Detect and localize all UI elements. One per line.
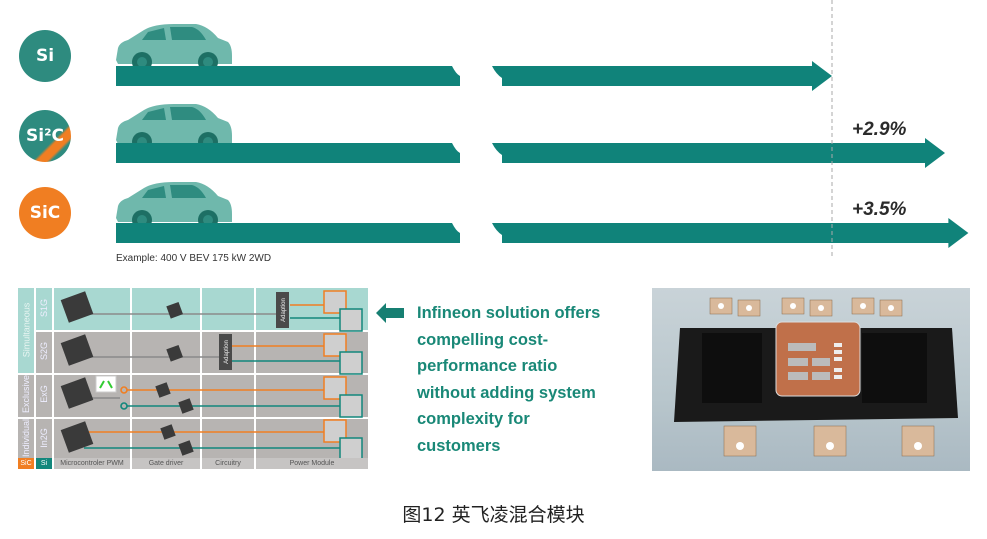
column-label: Power Module xyxy=(256,458,368,469)
legend-si: Si xyxy=(36,458,52,469)
row-label: S2G xyxy=(39,342,49,361)
percent-label-sic: +3.5% xyxy=(852,199,907,220)
group-label: Simultaneous xyxy=(21,302,32,358)
diagram-body: Adaption Adaption xyxy=(54,288,368,466)
column-label: Microcontroler PWM xyxy=(54,458,130,469)
row-label: In2G xyxy=(39,428,49,448)
row-s2g xyxy=(54,332,368,373)
range-bars xyxy=(116,0,969,256)
example-note: Example: 400 V BEV 175 kW 2WD xyxy=(116,253,272,264)
range-bar-arrow xyxy=(492,61,832,91)
legend-sic: SiC xyxy=(18,458,34,469)
row-label: S1G xyxy=(39,299,49,318)
row-label: ExG xyxy=(39,385,49,403)
range-bar-arrow xyxy=(492,138,945,168)
column-label: Circuitry xyxy=(202,458,254,469)
range-bar-left xyxy=(116,143,460,163)
svg-text:Adaption: Adaption xyxy=(224,340,230,364)
row-in2g xyxy=(54,419,368,460)
figure-caption: 图12 英飞凌混合模块 xyxy=(402,504,585,526)
svg-text:Adaption: Adaption xyxy=(281,298,287,322)
column-label: Gate driver xyxy=(132,458,200,469)
car-icon xyxy=(116,24,232,72)
switch-logic-icon xyxy=(95,375,117,393)
car-icon xyxy=(116,182,232,230)
range-bar-left xyxy=(116,66,460,86)
left-arrow-icon xyxy=(376,303,404,323)
solution-message: Infineon solution offers compelling cost… xyxy=(417,304,601,455)
range-bar-left xyxy=(116,223,460,243)
power-module-photo xyxy=(652,288,970,471)
gate-driving-diagram: Simultaneous Exclusive Individual S1G S2… xyxy=(18,288,368,469)
row-s1g xyxy=(54,288,368,330)
group-label: Individual xyxy=(21,418,31,458)
range-bar-arrow xyxy=(492,218,969,248)
group-label: Exclusive xyxy=(21,375,31,414)
percent-label-si2c: +2.9% xyxy=(852,119,907,140)
